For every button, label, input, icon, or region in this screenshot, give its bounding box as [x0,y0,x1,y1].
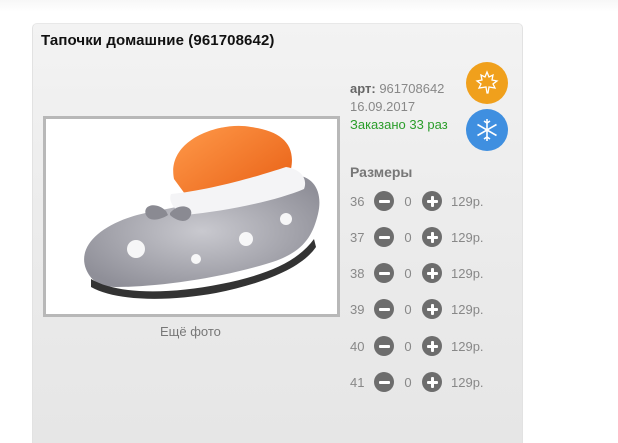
more-photo-link[interactable]: Ещё фото [160,324,221,339]
minus-button[interactable] [374,227,394,247]
minus-button[interactable] [374,263,394,283]
size-label: 36 [350,193,365,209]
size-row: 37 0 129р. [350,226,484,248]
plus-button[interactable] [422,336,442,356]
plus-button[interactable] [422,372,442,392]
quantity-value: 0 [404,229,412,245]
quantity-value: 0 [404,193,412,209]
quantity-value: 0 [404,374,412,390]
size-row: 39 0 129р. [350,298,484,320]
quantity-value: 0 [404,338,412,354]
size-label: 39 [350,301,365,317]
size-label: 40 [350,338,365,354]
product-date: 16.09.2017 [350,99,416,114]
slipper-image [84,125,320,299]
price: 129р. [451,193,484,209]
maple-leaf-icon [466,62,508,104]
snowflake-icon [466,109,508,151]
minus-button[interactable] [374,336,394,356]
quantity-value: 0 [404,301,412,317]
page-top-strip [0,0,618,12]
price: 129р. [451,374,484,390]
price: 129р. [451,229,484,245]
plus-button[interactable] [422,227,442,247]
article-label: арт: [350,81,376,96]
sizes-title: Размеры [350,164,413,180]
order-count: Заказано 33 раз [350,117,448,132]
product-photo[interactable] [43,116,340,317]
product-card: Тапочки домашние (961708642) Ещё фото ар… [32,23,523,443]
size-row: 36 0 129р. [350,190,484,212]
minus-button[interactable] [374,191,394,211]
product-title: Тапочки домашние (961708642) [41,32,275,49]
size-label: 38 [350,265,365,281]
plus-button[interactable] [422,299,442,319]
minus-button[interactable] [374,299,394,319]
price: 129р. [451,265,484,281]
size-row: 38 0 129р. [350,262,484,284]
size-label: 41 [350,374,365,390]
plus-button[interactable] [422,263,442,283]
size-row: 40 0 129р. [350,335,484,357]
price: 129р. [451,338,484,354]
minus-button[interactable] [374,372,394,392]
size-row: 41 0 129р. [350,371,484,393]
article-line: арт: 961708642 [350,80,448,98]
article-value: 961708642 [379,81,445,96]
price: 129р. [451,301,484,317]
size-label: 37 [350,229,365,245]
product-info: арт: 961708642 16.09.2017 Заказано 33 ра… [350,80,448,134]
plus-button[interactable] [422,191,442,211]
quantity-value: 0 [404,265,412,281]
